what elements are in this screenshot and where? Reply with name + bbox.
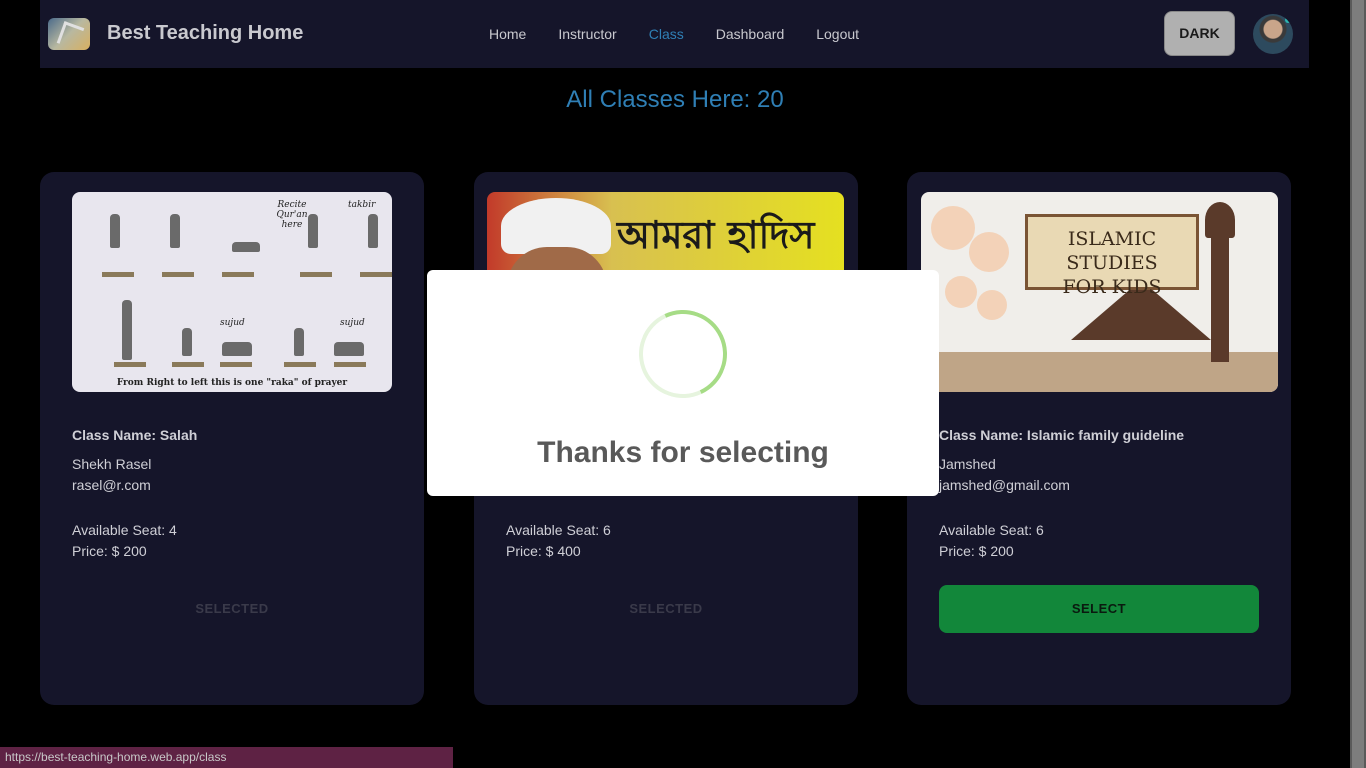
modal-title: Thanks for selecting <box>537 436 829 469</box>
browser-status-bar: https://best-teaching-home.web.app/class <box>0 747 453 768</box>
page: Best Teaching Home Home Instructor Class… <box>0 0 1350 768</box>
scrollbar-thumb[interactable] <box>1352 0 1364 768</box>
success-modal: Thanks for selecting <box>427 270 939 496</box>
loading-spinner-icon <box>626 297 740 411</box>
page-scrollbar[interactable] <box>1350 0 1366 768</box>
